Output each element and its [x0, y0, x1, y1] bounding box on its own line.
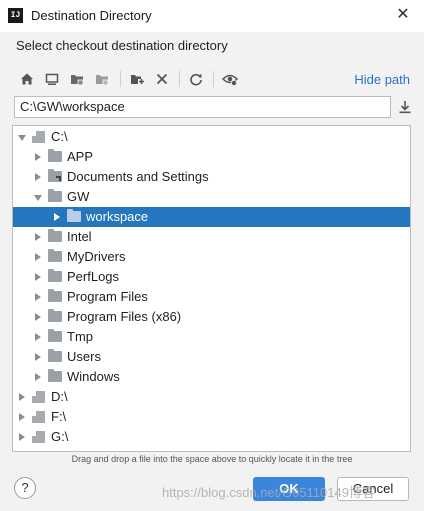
drive-icon: [32, 431, 45, 443]
toolbar-separator: [120, 71, 121, 87]
chevron-right-icon[interactable]: [35, 153, 41, 161]
chevron-right-icon[interactable]: [35, 233, 41, 241]
tree-node-label: Tmp: [67, 329, 93, 344]
tree-node-label: Documents and Settings: [67, 169, 209, 184]
folder-icon: [48, 369, 62, 382]
drive-icon: [32, 131, 45, 143]
chevron-right-icon[interactable]: [19, 433, 25, 441]
tree-node-label: workspace: [86, 209, 149, 224]
tree-node[interactable]: Tmp: [13, 327, 410, 347]
tree-node[interactable]: workspace: [13, 207, 410, 227]
tree-node-label: C:\: [51, 129, 68, 144]
folder-icon: [48, 349, 62, 362]
chevron-right-icon[interactable]: [35, 253, 41, 261]
download-icon[interactable]: [396, 98, 414, 116]
link-overlay-icon: [56, 176, 61, 181]
chevron-right-icon[interactable]: [54, 213, 60, 221]
tree-node[interactable]: GW: [13, 187, 410, 207]
tree-node[interactable]: C:\: [13, 127, 410, 147]
tree-node[interactable]: G:\: [13, 427, 410, 447]
tree-node-label: Windows: [67, 369, 120, 384]
title-bar: IJ Destination Directory ✕: [0, 0, 424, 32]
tree-node[interactable]: PerfLogs: [13, 267, 410, 287]
tree-node[interactable]: Users: [13, 347, 410, 367]
toolbar: Hide path: [14, 66, 414, 92]
folder-icon: [48, 269, 62, 282]
delete-icon[interactable]: [153, 70, 171, 88]
tree-node[interactable]: MyDrivers: [13, 247, 410, 267]
tree-node-label: MyDrivers: [67, 249, 126, 264]
drag-drop-hint: Drag and drop a file into the space abov…: [71, 454, 353, 464]
directory-tree[interactable]: C:\ APP Documents and Settings GW workspace I…: [12, 125, 411, 452]
folder-icon: [67, 209, 81, 222]
tree-node[interactable]: Documents and Settings: [13, 167, 410, 187]
chevron-right-icon[interactable]: [35, 273, 41, 281]
tree-node-label: APP: [67, 149, 94, 164]
chevron-right-icon[interactable]: [35, 173, 41, 181]
toolbar-separator: [179, 71, 180, 87]
module-folder-icon[interactable]: [93, 70, 111, 88]
chevron-down-icon[interactable]: [18, 135, 26, 141]
chevron-right-icon[interactable]: [35, 353, 41, 361]
chevron-down-icon[interactable]: [34, 195, 42, 201]
chevron-right-icon[interactable]: [35, 293, 41, 301]
folder-icon: [48, 329, 62, 342]
folder-icon: [48, 289, 62, 302]
chevron-right-icon[interactable]: [35, 333, 41, 341]
tree-node[interactable]: Intel: [13, 227, 410, 247]
ok-button[interactable]: OK: [253, 477, 325, 501]
tree-node[interactable]: F:\: [13, 407, 410, 427]
tree-node[interactable]: Program Files: [13, 287, 410, 307]
cancel-button[interactable]: Cancel: [337, 477, 409, 501]
intellij-app-icon: IJ: [8, 8, 23, 23]
folder-icon: [48, 309, 62, 322]
chevron-right-icon[interactable]: [35, 313, 41, 321]
project-folder-icon[interactable]: [68, 70, 86, 88]
drive-icon: [32, 411, 45, 423]
new-folder-icon[interactable]: [128, 70, 146, 88]
dialog-subtitle: Select checkout destination directory: [16, 38, 228, 53]
folder-icon: [48, 189, 62, 202]
path-input[interactable]: C:\GW\workspace: [14, 96, 391, 118]
chevron-right-icon[interactable]: [19, 413, 25, 421]
tree-node-label: G:\: [51, 429, 69, 444]
desktop-icon[interactable]: [43, 70, 61, 88]
tree-node-label: F:\: [51, 409, 67, 424]
home-icon[interactable]: [18, 70, 36, 88]
folder-icon: [48, 249, 62, 262]
tree-node-label: Program Files: [67, 289, 148, 304]
chevron-right-icon[interactable]: [19, 393, 25, 401]
tree-node[interactable]: Program Files (x86): [13, 307, 410, 327]
tree-node-label: GW: [67, 189, 90, 204]
window-title: Destination Directory: [31, 8, 152, 23]
tree-node[interactable]: Windows: [13, 367, 410, 387]
refresh-icon[interactable]: [187, 70, 205, 88]
drive-icon: [32, 391, 45, 403]
help-button[interactable]: ?: [14, 477, 36, 499]
tree-node-label: PerfLogs: [67, 269, 120, 284]
tree-node-label: Intel: [67, 229, 92, 244]
folder-link-icon: [48, 169, 62, 182]
chevron-right-icon[interactable]: [35, 373, 41, 381]
show-hidden-icon[interactable]: [221, 70, 239, 88]
folder-icon: [48, 229, 62, 242]
hide-path-link[interactable]: Hide path: [354, 72, 410, 87]
tree-node-label: Users: [67, 349, 101, 364]
tree-node-label: Program Files (x86): [67, 309, 182, 324]
tree-node[interactable]: D:\: [13, 387, 410, 407]
tree-node-label: D:\: [51, 389, 68, 404]
folder-icon: [48, 149, 62, 162]
toolbar-separator: [213, 71, 214, 87]
tree-node[interactable]: APP: [13, 147, 410, 167]
close-icon[interactable]: ✕: [392, 4, 414, 26]
